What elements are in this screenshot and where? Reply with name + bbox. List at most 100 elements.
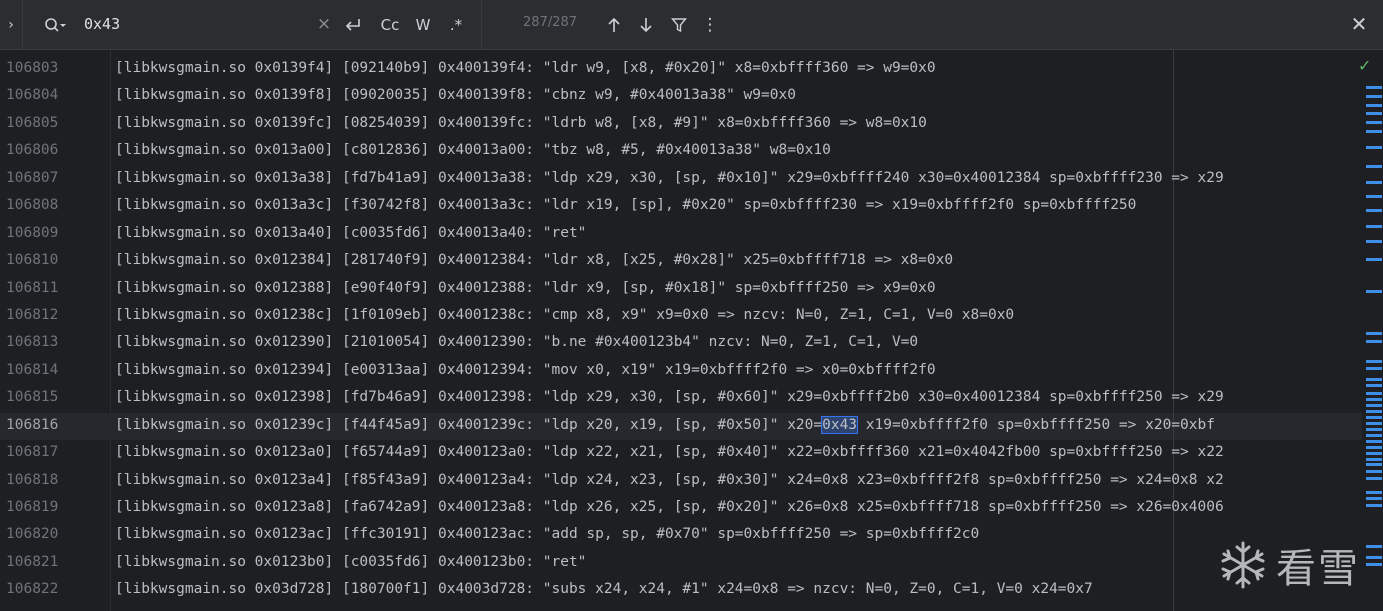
line-text[interactable]: [libkwsgmain.so 0x0123ac] [ffc30191] 0x4… xyxy=(115,526,979,542)
match-marker[interactable] xyxy=(1366,458,1382,461)
match-marker[interactable] xyxy=(1366,556,1382,559)
new-line-icon[interactable] xyxy=(343,14,363,36)
code-line[interactable]: 106812 [libkwsgmain.so 0x01238c] [1f0109e… xyxy=(0,302,1362,329)
next-match-icon[interactable] xyxy=(636,14,656,36)
expand-replace-icon[interactable]: › xyxy=(0,0,23,49)
match-marker[interactable] xyxy=(1366,440,1382,443)
match-marker[interactable] xyxy=(1366,398,1382,401)
match-marker[interactable] xyxy=(1366,290,1382,293)
match-marker[interactable] xyxy=(1366,165,1382,168)
code-line[interactable]: 106821 [libkwsgmain.so 0x0123b0] [c0035fd… xyxy=(0,549,1362,576)
match-case-toggle[interactable]: Cc xyxy=(378,14,402,36)
code-line[interactable]: 106822 [libkwsgmain.so 0x03d728] [180700f… xyxy=(0,576,1362,603)
line-text[interactable]: [libkwsgmain.so 0x013a40] [c0035fd6] 0x4… xyxy=(115,225,586,241)
match-marker[interactable] xyxy=(1366,563,1382,566)
code-line[interactable]: 106813 [libkwsgmain.so 0x012390] [2101005… xyxy=(0,329,1362,356)
line-text[interactable]: [libkwsgmain.so 0x012384] [281740f9] 0x4… xyxy=(115,252,953,268)
match-marker[interactable] xyxy=(1366,195,1382,198)
search-history-icon[interactable] xyxy=(44,16,66,34)
line-text[interactable]: [libkwsgmain.so 0x03d728] [180700f1] 0x4… xyxy=(115,581,1093,597)
code-line[interactable]: 106803 [libkwsgmain.so 0x0139f4] [092140b… xyxy=(0,55,1362,82)
code-line[interactable]: 106810 [libkwsgmain.so 0x012384] [281740f… xyxy=(0,247,1362,274)
match-marker[interactable] xyxy=(1366,470,1382,473)
line-text[interactable]: [libkwsgmain.so 0x0123a4] [f85f43a9] 0x4… xyxy=(115,472,1224,488)
match-marker[interactable] xyxy=(1366,95,1382,98)
code-line[interactable]: 106805 [libkwsgmain.so 0x0139fc] [0825403… xyxy=(0,110,1362,137)
line-text[interactable]: [libkwsgmain.so 0x0123b0] [c0035fd6] 0x4… xyxy=(115,554,586,570)
match-marker[interactable] xyxy=(1366,404,1382,407)
match-marker[interactable] xyxy=(1366,332,1382,335)
line-text[interactable]: [libkwsgmain.so 0x013a00] [c8012836] 0x4… xyxy=(115,142,831,158)
code-line[interactable]: 106811 [libkwsgmain.so 0x012388] [e90f40f… xyxy=(0,275,1362,302)
match-marker[interactable] xyxy=(1366,181,1382,184)
match-marker[interactable] xyxy=(1366,446,1382,449)
match-marker[interactable] xyxy=(1366,452,1382,455)
match-marker[interactable] xyxy=(1366,258,1382,261)
code-line[interactable]: 106808 [libkwsgmain.so 0x013a3c] [f30742f… xyxy=(0,192,1362,219)
line-text[interactable]: [libkwsgmain.so 0x012390] [21010054] 0x4… xyxy=(115,334,918,350)
match-marker[interactable] xyxy=(1366,497,1382,500)
line-text[interactable]: [libkwsgmain.so 0x013a3c] [f30742f8] 0x4… xyxy=(115,197,1136,213)
match-marker[interactable] xyxy=(1366,360,1382,363)
match-marker[interactable] xyxy=(1366,504,1382,507)
line-number: 106807 xyxy=(6,169,59,186)
match-marker[interactable] xyxy=(1366,104,1382,107)
match-marker[interactable] xyxy=(1366,545,1382,548)
filter-icon[interactable] xyxy=(668,14,690,36)
line-text[interactable]: [libkwsgmain.so 0x012394] [e00313aa] 0x4… xyxy=(115,362,936,378)
match-marker[interactable] xyxy=(1366,130,1382,133)
match-marker[interactable] xyxy=(1366,209,1382,212)
line-text[interactable]: [libkwsgmain.so 0x0139f8] [09020035] 0x4… xyxy=(115,87,796,103)
line-text[interactable]: [libkwsgmain.so 0x01238c] [1f0109eb] 0x4… xyxy=(115,307,1014,323)
line-text[interactable]: [libkwsgmain.so 0x0123a0] [f65744a9] 0x4… xyxy=(115,444,1224,460)
regex-toggle[interactable]: .* xyxy=(445,14,467,36)
search-input[interactable] xyxy=(84,13,306,35)
match-marker[interactable] xyxy=(1366,240,1382,243)
match-marker[interactable] xyxy=(1366,112,1382,115)
match-marker[interactable] xyxy=(1366,477,1382,480)
line-text[interactable]: [libkwsgmain.so 0x012388] [e90f40f9] 0x4… xyxy=(115,280,936,296)
code-line[interactable]: 106818 [libkwsgmain.so 0x0123a4] [f85f43a… xyxy=(0,467,1362,494)
match-marker[interactable] xyxy=(1366,146,1382,149)
match-marker[interactable] xyxy=(1366,428,1382,431)
code-lines[interactable]: 106803 [libkwsgmain.so 0x0139f4] [092140b… xyxy=(0,55,1362,611)
line-text[interactable]: [libkwsgmain.so 0x0123a8] [fa6742a9] 0x4… xyxy=(115,499,1224,515)
line-text[interactable]: [libkwsgmain.so 0x012398] [fd7b46a9] 0x4… xyxy=(115,389,1224,405)
close-search-icon[interactable]: ✕ xyxy=(1348,12,1370,36)
code-line[interactable]: 106807 [libkwsgmain.so 0x013a38] [fd7b41a… xyxy=(0,165,1362,192)
match-marker[interactable] xyxy=(1366,434,1382,437)
clear-icon[interactable]: × xyxy=(316,13,332,35)
code-line[interactable]: 106804 [libkwsgmain.so 0x0139f8] [0902003… xyxy=(0,82,1362,109)
match-marker[interactable] xyxy=(1366,121,1382,124)
match-marker[interactable] xyxy=(1366,86,1382,89)
code-line[interactable]: 106817 [libkwsgmain.so 0x0123a0] [f65744a… xyxy=(0,439,1362,466)
match-marker[interactable] xyxy=(1366,463,1382,466)
line-text[interactable]: [libkwsgmain.so 0x01239c] [f44f45a9] 0x4… xyxy=(115,415,1215,434)
match-marker[interactable] xyxy=(1366,416,1382,419)
code-line[interactable]: 106815 [libkwsgmain.so 0x012398] [fd7b46a… xyxy=(0,384,1362,411)
scrollbar[interactable] xyxy=(1362,50,1383,611)
code-line[interactable]: 106814 [libkwsgmain.so 0x012394] [e00313a… xyxy=(0,357,1362,384)
code-line[interactable]: 106809 [libkwsgmain.so 0x013a40] [c0035fd… xyxy=(0,220,1362,247)
more-options-icon[interactable]: ⋮ xyxy=(702,14,719,36)
line-number: 106821 xyxy=(6,553,59,570)
match-marker[interactable] xyxy=(1366,491,1382,494)
line-text[interactable]: [libkwsgmain.so 0x0139fc] [08254039] 0x4… xyxy=(115,115,927,131)
code-line[interactable]: 106806 [libkwsgmain.so 0x013a00] [c801283… xyxy=(0,137,1362,164)
search-match[interactable]: 0x43 xyxy=(821,415,859,434)
match-marker[interactable] xyxy=(1366,378,1382,381)
code-line[interactable]: 106816 [libkwsgmain.so 0x01239c] [f44f45a… xyxy=(0,412,1362,439)
match-marker[interactable] xyxy=(1366,225,1382,228)
match-marker[interactable] xyxy=(1366,392,1382,395)
previous-match-icon[interactable] xyxy=(604,14,624,36)
line-text[interactable]: [libkwsgmain.so 0x0139f4] [092140b9] 0x4… xyxy=(115,60,936,76)
match-marker[interactable] xyxy=(1366,410,1382,413)
match-marker[interactable] xyxy=(1366,422,1382,425)
match-marker[interactable] xyxy=(1366,340,1382,343)
match-marker[interactable] xyxy=(1366,384,1382,387)
whole-words-toggle[interactable]: W xyxy=(413,14,433,36)
code-line[interactable]: 106820 [libkwsgmain.so 0x0123ac] [ffc3019… xyxy=(0,521,1362,548)
line-text[interactable]: [libkwsgmain.so 0x013a38] [fd7b41a9] 0x4… xyxy=(115,170,1224,186)
code-line[interactable]: 106819 [libkwsgmain.so 0x0123a8] [fa6742a… xyxy=(0,494,1362,521)
match-marker[interactable] xyxy=(1366,367,1382,370)
